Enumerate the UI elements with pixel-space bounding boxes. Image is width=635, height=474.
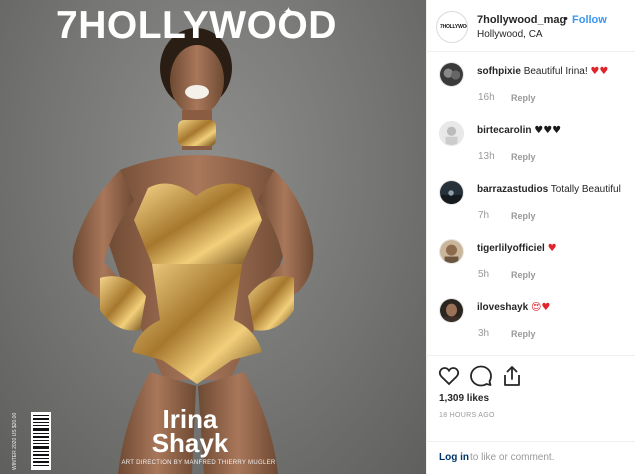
follow-button[interactable]: Follow (572, 14, 607, 26)
comment-text-line: barrazastudios Totally Beautiful (477, 184, 635, 195)
comment-icon[interactable] (469, 364, 493, 388)
reply-button[interactable]: Reply (511, 93, 536, 103)
comment-item: barrazastudios Totally Beautiful 7h Repl… (427, 180, 635, 238)
comment-item: sofhpixie Beautiful Irina! ♥♥ 16h Reply (427, 62, 635, 120)
comment-body: Beautiful Irina! (523, 66, 588, 77)
comment-time: 7h (478, 210, 490, 221)
login-prompt-text: to like or comment. (470, 452, 555, 463)
reply-button[interactable]: Reply (511, 211, 536, 221)
comment-time: 5h (478, 269, 490, 280)
header-separator: • (564, 13, 568, 25)
commenter-avatar[interactable] (439, 62, 464, 87)
login-prompt: Log in to like or comment. (427, 441, 635, 474)
heart-emoji-icon: ♥ (547, 243, 557, 254)
post-image[interactable]: 7HOLLYWOOD ✦ Irina Shayk ART DIRECTION B… (0, 0, 426, 474)
cover-last-name: Shayk (151, 428, 229, 458)
comment-time: 16h (478, 92, 495, 103)
barcode-icon (31, 412, 51, 470)
commenter-avatar[interactable] (439, 298, 464, 323)
post-actions: 1,309 likes 18 HOURS AGO Log in to like … (427, 355, 635, 474)
profile-avatar[interactable]: 7HOLLYWOOD (436, 11, 468, 43)
model-photo (72, 28, 314, 474)
comment-time: 13h (478, 151, 495, 162)
comment-item: birtecarolin ♥♥♥ 13h Reply (427, 121, 635, 179)
comment-text-line: birtecarolin ♥♥♥ (477, 125, 635, 136)
comment-item: tigerlilyofficiel ♥ 5h Reply (427, 239, 635, 297)
comment-text-line: sofhpixie Beautiful Irina! ♥♥ (477, 66, 635, 77)
black-heart-emoji-icon: ♥♥♥ (534, 125, 562, 136)
comment-username[interactable]: birtecarolin (477, 125, 531, 136)
post-location[interactable]: Hollywood, CA (477, 29, 543, 40)
commenter-avatar[interactable] (439, 180, 464, 205)
comment-item: iloveshayk 😍♥ 3h Reply (427, 298, 635, 356)
comment-text-line: iloveshayk 😍♥ (477, 302, 635, 313)
comment-username[interactable]: tigerlilyofficiel (477, 243, 545, 254)
reply-button[interactable]: Reply (511, 329, 536, 339)
profile-username[interactable]: 7hollywood_mag (477, 14, 566, 26)
comment-username[interactable]: iloveshayk (477, 302, 528, 313)
comment-time: 3h (478, 328, 490, 339)
share-icon[interactable] (500, 364, 524, 388)
heart-icon[interactable] (437, 364, 461, 388)
reply-button[interactable]: Reply (511, 270, 536, 280)
comment-username[interactable]: barrazastudios (477, 184, 548, 195)
magazine-title: 7HOLLYWOOD (56, 4, 337, 47)
post-timestamp: 18 HOURS AGO (439, 412, 495, 419)
commenter-avatar[interactable] (439, 121, 464, 146)
comment-body: Totally Beautiful (550, 184, 621, 195)
cover-credit: ART DIRECTION BY MANFRED THIERRY MUGLER (121, 460, 276, 466)
reply-button[interactable]: Reply (511, 152, 536, 162)
star-icon: ✦ (283, 4, 294, 19)
login-link[interactable]: Log in (439, 452, 469, 463)
instagram-post-view: 7HOLLYWOOD ✦ Irina Shayk ART DIRECTION B… (0, 0, 635, 474)
heart-emoji-icon: ♥♥ (590, 66, 609, 77)
commenter-avatar[interactable] (439, 239, 464, 264)
heart-eyes-emoji-icon: 😍♥ (530, 302, 551, 313)
comment-text-line: tigerlilyofficiel ♥ (477, 243, 635, 254)
barcode-caption: WINTER 2020 US $20.00 (12, 412, 18, 470)
post-header: 7HOLLYWOOD 7hollywood_mag • Follow Holly… (427, 0, 635, 52)
likes-count[interactable]: 1,309 likes (439, 393, 489, 404)
comment-username[interactable]: sofhpixie (477, 66, 521, 77)
avatar-logo-text: 7HOLLYWOOD (440, 24, 467, 30)
post-sidebar: 7HOLLYWOOD 7hollywood_mag • Follow Holly… (426, 0, 635, 474)
